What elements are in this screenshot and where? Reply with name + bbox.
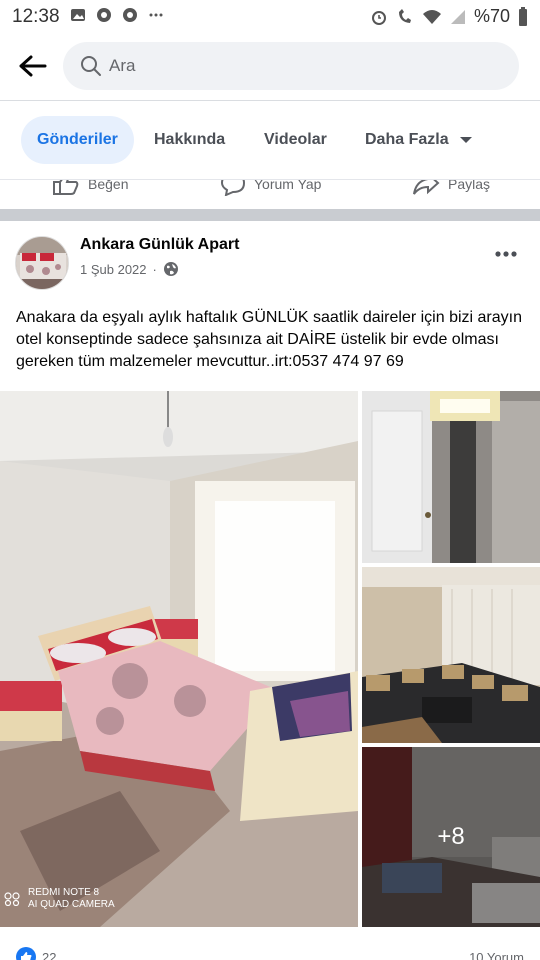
status-bar: 12:38 %70 (0, 0, 540, 34)
share-icon (413, 180, 440, 195)
search-input[interactable] (109, 42, 499, 90)
tab-more[interactable]: Daha Fazla (365, 116, 473, 164)
camera-watermark: REDMI NOTE 8 AI QUAD CAMERA (4, 887, 115, 911)
tab-posts[interactable]: Gönderiler (21, 116, 134, 164)
status-time: 12:38 (12, 6, 60, 27)
like-icon (53, 180, 79, 195)
photo-more[interactable]: +8 (362, 747, 540, 927)
chrome-icon (123, 8, 137, 22)
share-button[interactable]: Paylaş (412, 180, 490, 196)
post: Ankara Günlük Apart 1 Şub 2022 · Anakara… (0, 221, 540, 960)
more-dots-icon (149, 13, 163, 17)
bedroom-image (0, 391, 358, 927)
feed-separator (0, 209, 540, 221)
bathroom-image (362, 391, 540, 563)
reactions-summary[interactable]: 22 10 Yorum (0, 943, 540, 960)
signal-icon (450, 9, 465, 24)
meta-dot: · (152, 261, 157, 277)
watermark-model: REDMI NOTE 8 (28, 887, 100, 898)
like-count: 22 (42, 950, 57, 960)
post-date[interactable]: 1 Şub 2022 (80, 262, 147, 277)
avatar-image (16, 237, 68, 289)
photo-bathroom[interactable] (362, 391, 540, 563)
profile-tabs: Gönderiler Hakkında Videolar Daha Fazla (0, 101, 540, 179)
like-button[interactable]: Beğen (52, 180, 128, 196)
globe-icon (163, 262, 178, 276)
previous-post-actions: Beğen Yorum Yap Paylaş (0, 179, 540, 209)
post-meta: 1 Şub 2022 · (80, 261, 179, 277)
photo-living-room[interactable] (362, 567, 540, 743)
battery-icon (519, 6, 527, 26)
image-icon (71, 9, 85, 21)
wifi-call-icon (398, 8, 411, 23)
chrome-icon (97, 8, 111, 22)
back-button[interactable] (14, 48, 50, 84)
post-options-button[interactable] (494, 238, 518, 264)
more-horizontal-icon (495, 251, 517, 257)
search-icon (81, 56, 101, 76)
like-reaction-icon (16, 947, 36, 960)
tab-about[interactable]: Hakkında (154, 116, 225, 164)
battery-level: %70 (473, 6, 510, 26)
notification-icons (70, 7, 164, 23)
search-box[interactable] (63, 42, 519, 90)
tab-videos[interactable]: Videolar (264, 116, 327, 164)
alarm-icon (371, 10, 386, 25)
comment-count[interactable]: 10 Yorum (469, 950, 524, 960)
comment-icon (220, 180, 246, 196)
living-room-image (362, 567, 540, 743)
page-avatar[interactable] (15, 236, 69, 290)
watermark-camera: AI QUAD CAMERA (28, 899, 115, 910)
caret-down-icon (459, 137, 472, 143)
top-bar (0, 34, 540, 100)
more-photos-count: +8 (437, 823, 465, 850)
comment-button[interactable]: Yorum Yap (220, 180, 321, 196)
photo-bedroom[interactable]: REDMI NOTE 8 AI QUAD CAMERA (0, 391, 358, 927)
quad-camera-icon (4, 892, 20, 906)
back-arrow-icon (19, 55, 47, 77)
post-text: Anakara da eşyalı aylık haftalık GÜNLÜK … (16, 309, 522, 370)
system-icons: %70 (370, 6, 528, 27)
page-name[interactable]: Ankara Günlük Apart (80, 236, 239, 254)
wifi-icon (422, 9, 441, 24)
